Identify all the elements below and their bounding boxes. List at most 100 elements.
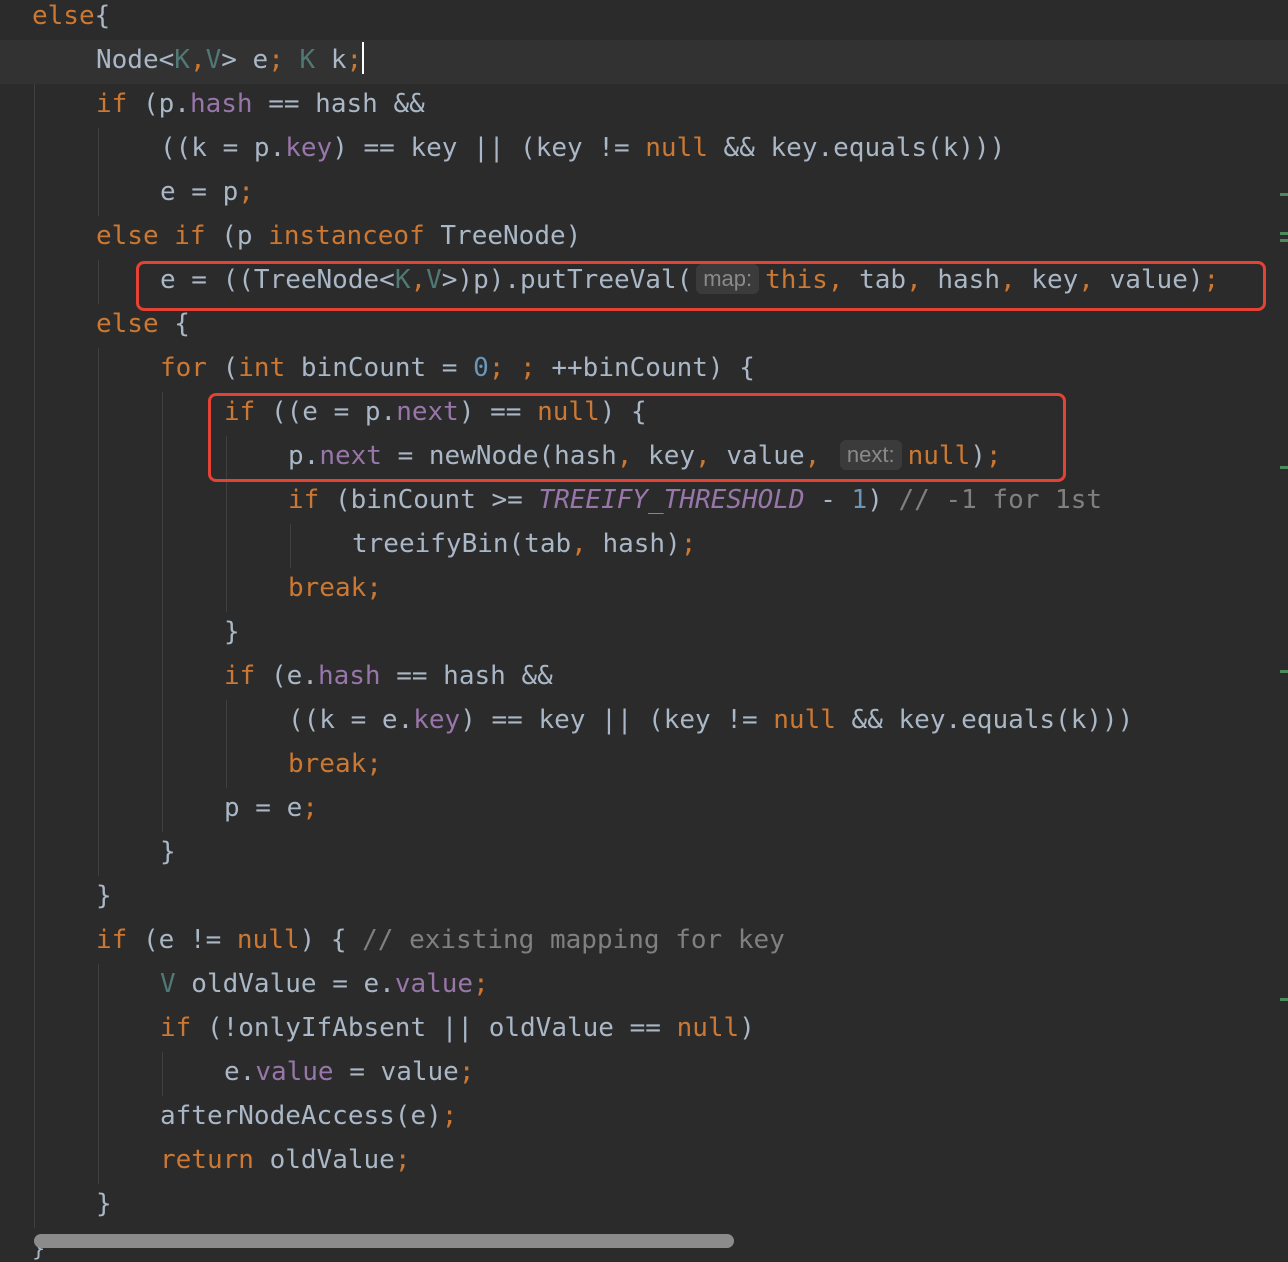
code-line[interactable]: ((k = e.key) == key || (key != null && k… bbox=[0, 700, 1288, 744]
code-line[interactable]: } bbox=[0, 1184, 1288, 1228]
code-token: (binCount >= bbox=[319, 485, 539, 515]
code-token: 0 bbox=[473, 353, 489, 383]
code-token: ++binCount) { bbox=[535, 353, 755, 383]
code-token: (e. bbox=[255, 661, 318, 691]
gutter-change-marker bbox=[1280, 670, 1288, 673]
code-token: { bbox=[158, 309, 190, 339]
code-token: ; bbox=[458, 1057, 475, 1087]
code-token: // existing mapping for key bbox=[362, 925, 785, 955]
code-line[interactable]: if (p.hash == hash && bbox=[0, 84, 1288, 128]
code-token: ; ; bbox=[488, 353, 536, 383]
code-editor[interactable]: else{Node<K,V> e; K k; if (p.hash == hash… bbox=[0, 0, 1288, 1262]
code-line[interactable]: e.value = value; bbox=[0, 1052, 1288, 1096]
code-token: else if bbox=[96, 221, 206, 251]
code-token: && key.equals(k))) bbox=[707, 133, 1006, 163]
code-token: k bbox=[315, 45, 347, 75]
code-token: (p. bbox=[127, 89, 190, 119]
code-token: null bbox=[676, 1013, 740, 1043]
code-token: int bbox=[238, 353, 286, 383]
code-line[interactable]: if (e.hash == hash && bbox=[0, 656, 1288, 700]
gutter-change-marker bbox=[1280, 232, 1288, 235]
code-line[interactable]: } bbox=[0, 832, 1288, 876]
code-token: else bbox=[32, 1, 95, 31]
code-token: { bbox=[94, 1, 111, 31]
code-line[interactable]: afterNodeAccess(e); bbox=[0, 1096, 1288, 1140]
code-token: V bbox=[160, 969, 176, 999]
code-token: K bbox=[299, 45, 316, 75]
code-token: && key.equals(k))) bbox=[835, 705, 1134, 735]
code-token: ; bbox=[302, 793, 318, 823]
code-token: instanceof bbox=[268, 221, 425, 251]
code-token: V bbox=[205, 45, 222, 75]
code-token: ((k = e. bbox=[288, 705, 414, 735]
code-token: TreeNode) bbox=[424, 221, 582, 251]
code-token: if bbox=[96, 89, 128, 119]
code-line[interactable]: else if (p instanceof TreeNode) bbox=[0, 216, 1288, 260]
code-token: e = p bbox=[160, 177, 239, 207]
code-token: } bbox=[96, 881, 112, 911]
code-line[interactable]: for (int binCount = 0; ; ++binCount) { bbox=[0, 348, 1288, 392]
code-token: } bbox=[160, 837, 176, 867]
code-token: , bbox=[189, 45, 206, 75]
code-token: binCount = bbox=[285, 353, 474, 383]
code-line[interactable]: break; bbox=[0, 744, 1288, 788]
code-token: ) bbox=[867, 485, 899, 515]
code-token: null bbox=[236, 925, 300, 955]
code-token: Node< bbox=[96, 45, 175, 75]
code-line[interactable]: V oldValue = e.value; bbox=[0, 964, 1288, 1008]
code-token: treeifyBin(tab bbox=[352, 529, 572, 559]
code-line[interactable]: Node<K,V> e; K k; bbox=[0, 40, 1288, 84]
gutter-change-marker bbox=[1280, 239, 1288, 242]
gutter-change-marker bbox=[1280, 998, 1288, 1001]
code-token: return bbox=[160, 1145, 254, 1175]
code-line[interactable]: p = e; bbox=[0, 788, 1288, 832]
code-token: (p bbox=[205, 221, 269, 251]
code-token: ; bbox=[238, 177, 254, 207]
highlight-box-newnode bbox=[208, 393, 1066, 482]
code-token: // -1 for 1st bbox=[898, 485, 1103, 515]
code-token: if bbox=[96, 925, 128, 955]
horizontal-scrollbar-thumb[interactable] bbox=[34, 1234, 734, 1248]
code-token: ; bbox=[441, 1101, 458, 1131]
code-token: if bbox=[224, 661, 256, 691]
code-token: hash bbox=[189, 89, 253, 119]
code-token: (e != bbox=[127, 925, 237, 955]
code-token: else bbox=[96, 309, 159, 339]
code-line[interactable]: treeifyBin(tab, hash); bbox=[0, 524, 1288, 568]
code-token: ) == key || (key != bbox=[460, 705, 774, 735]
code-line[interactable]: break; bbox=[0, 568, 1288, 612]
code-line[interactable]: if (e != null) { // existing mapping for… bbox=[0, 920, 1288, 964]
code-token: TREEIFY_THRESHOLD bbox=[538, 485, 805, 515]
code-token: ; bbox=[680, 529, 697, 559]
code-token: hash) bbox=[586, 529, 681, 559]
code-token: hash bbox=[317, 661, 381, 691]
code-token: > e bbox=[221, 45, 269, 75]
code-line[interactable]: ((k = p.key) == key || (key != null && k… bbox=[0, 128, 1288, 172]
code-token: } bbox=[224, 617, 240, 647]
code-token: = value bbox=[333, 1057, 459, 1087]
code-token: value bbox=[394, 969, 474, 999]
code-token: afterNodeAccess(e) bbox=[160, 1101, 442, 1131]
gutter-change-marker bbox=[1280, 193, 1288, 196]
text-caret bbox=[362, 42, 365, 74]
code-line[interactable]: } bbox=[0, 612, 1288, 656]
code-line[interactable]: else{ bbox=[0, 0, 1288, 40]
code-line[interactable]: if (!onlyIfAbsent || oldValue == null) bbox=[0, 1008, 1288, 1052]
code-line[interactable]: } bbox=[0, 876, 1288, 920]
code-token: p = e bbox=[224, 793, 303, 823]
code-line[interactable]: if (binCount >= TREEIFY_THRESHOLD - 1) /… bbox=[0, 480, 1288, 524]
code-token: for bbox=[160, 353, 207, 383]
code-token: if bbox=[160, 1013, 192, 1043]
code-token: (!onlyIfAbsent || oldValue == bbox=[191, 1013, 677, 1043]
code-token: key bbox=[285, 133, 333, 163]
gutter-change-marker bbox=[1280, 466, 1288, 469]
code-token: oldValue = e. bbox=[175, 969, 395, 999]
code-token: value bbox=[255, 1057, 334, 1087]
code-line[interactable]: e = p; bbox=[0, 172, 1288, 216]
code-token: - bbox=[804, 485, 852, 515]
code-token: e. bbox=[224, 1057, 256, 1087]
code-token: K bbox=[174, 45, 190, 75]
code-token: ; bbox=[473, 969, 489, 999]
code-line[interactable]: return oldValue; bbox=[0, 1140, 1288, 1184]
